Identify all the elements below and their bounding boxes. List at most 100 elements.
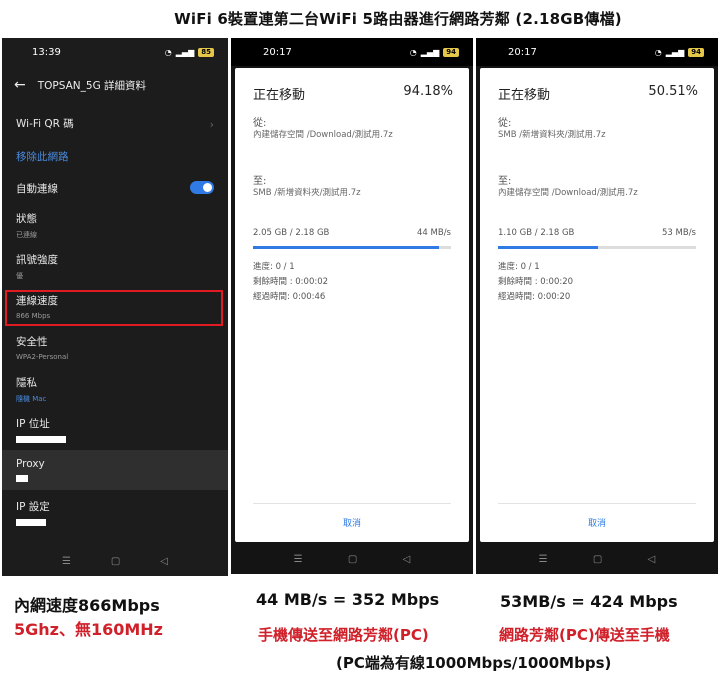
ip-settings-label: IP 設定 (16, 501, 50, 513)
divider (253, 503, 451, 504)
main-title: WiFi 6裝置連第二台WiFi 5路由器進行網路芳鄰 (2.18GB傳檔) (174, 10, 622, 28)
remove-network-link[interactable]: 移除此網路 (2, 149, 228, 164)
time-elapsed: 經過時間: 0:00:20 (498, 292, 571, 302)
transfer-speed: 44 MB/s (417, 228, 451, 238)
ip-address-row: IP 位址 (2, 416, 228, 443)
progress-percent: 50.51% (648, 84, 698, 99)
clock: 20:17 (263, 46, 292, 58)
from-path: SMB /新增資料夾/測試用.7z (498, 130, 606, 140)
progress-text: 1.10 GB / 2.18 GB 53 MB/s (498, 228, 696, 238)
redacted-ip-settings (16, 519, 46, 526)
item-count: 進度: 0 / 1 (253, 262, 295, 272)
dialog-header: 正在移動 50.51% (498, 84, 698, 103)
privacy-value: 隨機 Mac (16, 395, 47, 403)
caption-link-speed: 內網速度866Mbps (14, 596, 160, 615)
time-remaining: 剩餘時間 : 0:00:02 (253, 277, 329, 287)
wifi-qr-row[interactable]: Wi-Fi QR 碼 › (2, 116, 228, 131)
security-value: WPA2-Personal (16, 353, 69, 361)
phone-upload-transfer: 20:17 ◔ ▂▄▆ 94 正在移動 94.18% 從: 內建儲存空間 /Do… (231, 38, 473, 574)
proxy-label: Proxy (16, 458, 45, 470)
redacted-ip (16, 436, 66, 443)
caption-upload-speed: 44 MB/s = 352 Mbps (256, 590, 440, 609)
back-icon[interactable]: ◁ (403, 554, 411, 565)
transfer-speed: 53 MB/s (662, 228, 696, 238)
from-label: 從: (253, 118, 267, 129)
status-row: 狀態 已連線 (2, 211, 228, 240)
time-remaining: 剩餘時間 : 0:00:20 (498, 277, 574, 287)
back-arrow-icon[interactable]: ← (14, 77, 26, 93)
cancel-button[interactable]: 取消 (480, 516, 714, 529)
size-progress: 2.05 GB / 2.18 GB (253, 228, 330, 238)
item-count: 進度: 0 / 1 (498, 262, 540, 272)
security-row: 安全性 WPA2-Personal (2, 334, 228, 361)
page-header: ← TOPSAN_5G 詳細資料 (2, 66, 228, 104)
progress-percent: 94.18% (403, 84, 453, 99)
progress-bar (498, 246, 696, 249)
menu-icon[interactable]: ☰ (62, 556, 71, 567)
cancel-button[interactable]: 取消 (235, 516, 469, 529)
status-bar: 20:17 ◔ ▂▄▆ 94 (476, 38, 718, 66)
status-icons: ◔ ▂▄▆ 94 (654, 47, 704, 57)
to-label: 至: (253, 176, 267, 187)
clock: 20:17 (508, 46, 537, 58)
progress-bar-fill (253, 246, 440, 249)
divider (498, 503, 696, 504)
privacy-row[interactable]: 隱私 隨機 Mac (2, 375, 228, 404)
back-icon[interactable]: ◁ (648, 554, 656, 565)
progress-bar-fill (498, 246, 598, 249)
wifi-icon: ◔ (409, 47, 417, 57)
nav-bar: ☰ ▢ ◁ (476, 544, 718, 574)
clock: 13:39 (32, 46, 61, 58)
home-icon[interactable]: ▢ (593, 554, 602, 565)
time-elapsed: 經過時間: 0:00:46 (253, 292, 326, 302)
home-icon[interactable]: ▢ (348, 554, 357, 565)
page-title: TOPSAN_5G 詳細資料 (37, 79, 147, 92)
menu-icon[interactable]: ☰ (294, 554, 303, 565)
home-icon[interactable]: ▢ (111, 556, 120, 567)
progress-bar (253, 246, 451, 249)
proxy-row[interactable]: Proxy (2, 458, 228, 482)
wifi-icon: ◔ (654, 47, 662, 57)
ip-settings-row[interactable]: IP 設定 (2, 499, 228, 526)
dialog-title: 正在移動 (498, 88, 551, 103)
redacted-proxy (16, 475, 28, 482)
auto-connect-row[interactable]: 自動連線 (2, 181, 228, 196)
back-icon[interactable]: ◁ (160, 556, 168, 567)
caption-upload-direction: 手機傳送至網路芳鄰(PC) (258, 626, 429, 644)
status-bar: 20:17 ◔ ▂▄▆ 94 (231, 38, 473, 66)
progress-text: 2.05 GB / 2.18 GB 44 MB/s (253, 228, 451, 238)
status-icons: ◔ ▂▄▆ 85 (164, 47, 214, 57)
to-path: 內建儲存空間 /Download/測試用.7z (498, 188, 638, 198)
caption-band: 5Ghz、無160MHz (14, 620, 163, 639)
battery-icon: 85 (198, 47, 214, 57)
menu-icon[interactable]: ☰ (539, 554, 548, 565)
battery-icon: 94 (443, 47, 459, 57)
phone-wifi-details: 13:39 ◔ ▂▄▆ 85 ← TOPSAN_5G 詳細資料 Wi-Fi QR… (2, 38, 228, 576)
auto-connect-toggle[interactable] (190, 181, 214, 194)
privacy-label: 隱私 (16, 377, 37, 389)
signal-icon: ▂▄▆ (665, 47, 685, 57)
wifi-icon: ◔ (164, 47, 172, 57)
status-label: 狀態 (16, 213, 37, 225)
to-label: 至: (498, 176, 512, 187)
highlight-box (5, 290, 223, 326)
status-icons: ◔ ▂▄▆ 94 (409, 47, 459, 57)
signal-row: 訊號強度 優 (2, 252, 228, 281)
dialog-header: 正在移動 94.18% (253, 84, 453, 103)
nav-bar: ☰ ▢ ◁ (2, 546, 228, 576)
status-value: 已連線 (16, 231, 37, 239)
size-progress: 1.10 GB / 2.18 GB (498, 228, 575, 238)
signal-icon: ▂▄▆ (420, 47, 440, 57)
transfer-dialog: 正在移動 94.18% 從: 內建儲存空間 /Download/測試用.7z 至… (235, 68, 469, 542)
security-label: 安全性 (16, 336, 48, 348)
battery-icon: 94 (688, 47, 704, 57)
caption-download-direction: 網路芳鄰(PC)傳送至手機 (499, 626, 670, 644)
transfer-dialog: 正在移動 50.51% 從: SMB /新增資料夾/測試用.7z 至: 內建儲存… (480, 68, 714, 542)
phone-download-transfer: 20:17 ◔ ▂▄▆ 94 正在移動 50.51% 從: SMB /新增資料夾… (476, 38, 718, 574)
wifi-qr-label: Wi-Fi QR 碼 (16, 118, 74, 130)
caption-download-speed: 53MB/s = 424 Mbps (500, 592, 678, 611)
auto-connect-label: 自動連線 (16, 183, 58, 195)
nav-bar: ☰ ▢ ◁ (231, 544, 473, 574)
ip-address-label: IP 位址 (16, 418, 50, 430)
caption-pc-note: (PC端為有線1000Mbps/1000Mbps) (336, 654, 612, 672)
